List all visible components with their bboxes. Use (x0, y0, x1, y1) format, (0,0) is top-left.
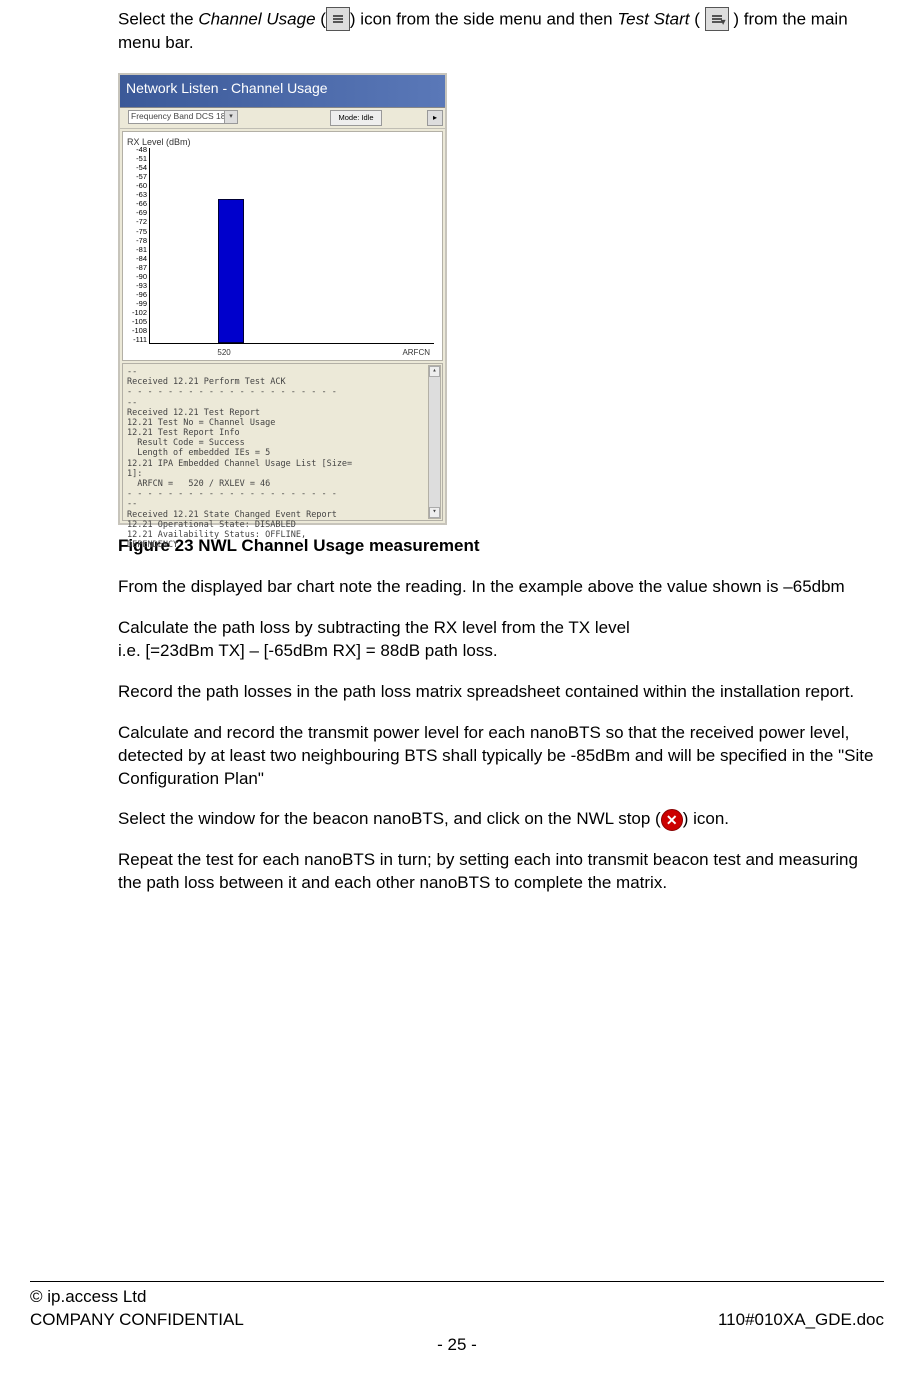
log-scrollbar[interactable]: ▴ ▾ (428, 365, 441, 519)
chart-title: RX Level (dBm) (127, 136, 440, 148)
body-p4: Calculate and record the transmit power … (118, 722, 884, 791)
chevron-down-icon: ▾ (224, 111, 237, 123)
band-dropdown[interactable]: Frequency Band DCS 1800 ▾ (128, 110, 238, 124)
footer-copyright: © ip.access Ltd (30, 1286, 146, 1309)
scroll-up-icon[interactable]: ▴ (429, 366, 440, 377)
intro-paragraph: Select the Channel Usage () icon from th… (118, 8, 884, 55)
footer-docname: 110#010XA_GDE.doc (718, 1309, 884, 1332)
screenshot-window: Network Listen - Channel Usage Frequency… (118, 73, 447, 525)
body-p2: Calculate the path loss by subtracting t… (118, 617, 884, 663)
nwl-stop-icon: ✕ (661, 809, 683, 831)
channel-usage-icon (326, 7, 350, 31)
body-p3: Record the path losses in the path loss … (118, 681, 884, 704)
test-start-icon: ▾ (705, 7, 729, 31)
footer-confidential: COMPANY CONFIDENTIAL (30, 1309, 244, 1332)
x-tick-520: 520 (217, 348, 230, 359)
bar-520 (218, 199, 244, 343)
page-footer: © ip.access Ltd COMPANY CONFIDENTIAL 110… (30, 1281, 884, 1357)
log-text: -- Received 12.21 Perform Test ACK - - -… (123, 364, 442, 553)
log-panel: -- Received 12.21 Perform Test ACK - - -… (122, 363, 443, 521)
y-axis-labels: -48-51-54-57-60-63-66-69-72-75-78-81-84-… (125, 146, 147, 344)
toolbar-scroll-right[interactable]: ▸ (427, 110, 443, 126)
body-p6: Repeat the test for each nanoBTS in turn… (118, 849, 884, 895)
body-p1: From the displayed bar chart note the re… (118, 576, 884, 599)
window-toolbar: Frequency Band DCS 1800 ▾ Mode: Idle ▸ (120, 108, 445, 129)
body-p5: Select the window for the beacon nanoBTS… (118, 808, 884, 831)
scroll-down-icon[interactable]: ▾ (429, 507, 440, 518)
chart-axes (149, 148, 434, 344)
mode-label: Mode: Idle (330, 110, 382, 126)
footer-page-number: - 25 - (30, 1334, 884, 1357)
chart-panel: RX Level (dBm) -48-51-54-57-60-63-66-69-… (122, 131, 443, 361)
window-titlebar: Network Listen - Channel Usage (120, 75, 445, 108)
x-axis-label: ARFCN (402, 348, 430, 359)
